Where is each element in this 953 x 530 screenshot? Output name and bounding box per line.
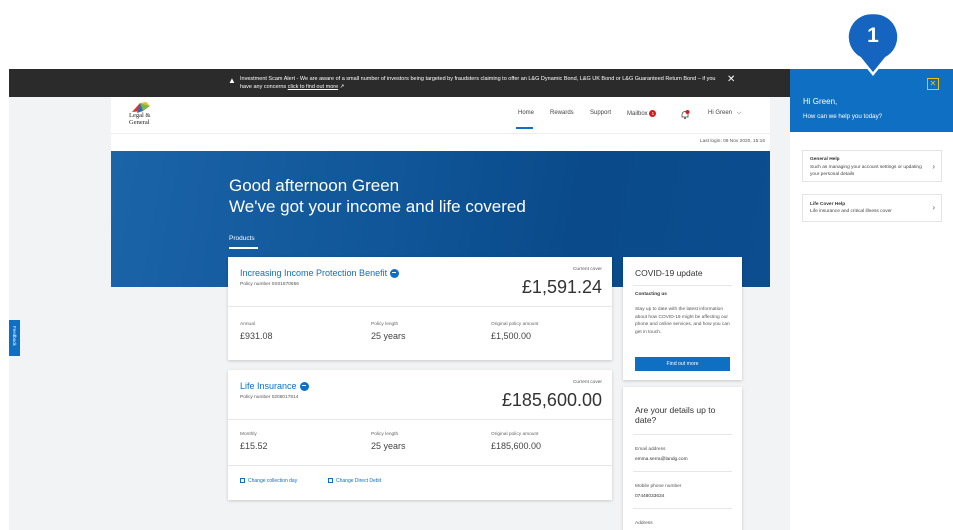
policy-number: Policy number 0208017814	[240, 395, 299, 400]
stat-value: £185,600.00	[491, 441, 542, 451]
stat-label: Original policy amount	[491, 322, 539, 327]
app-frame: ▲ Investment Scam Alert - We are aware o…	[9, 69, 953, 530]
help-item-desc: Life insurance and critical illness cove…	[810, 209, 892, 214]
logo-line2: General	[129, 118, 150, 126]
page: Legal & General Home Rewards Support Mai…	[9, 97, 790, 530]
stat-label: Annual	[240, 322, 255, 327]
callout-number: 1	[867, 24, 879, 47]
alert-link[interactable]: click to find out more	[288, 84, 338, 90]
alert-message: Investment Scam Alert - We are aware of …	[240, 75, 720, 91]
last-login-text: Last login: 09 Nov 2020, 15:16	[699, 139, 765, 144]
notifications-bell-icon[interactable]	[680, 107, 690, 120]
card-divider	[633, 471, 732, 472]
current-cover-value: £1,591.24	[521, 277, 602, 297]
card-divider	[228, 419, 612, 420]
current-cover-label: Current cover	[572, 267, 602, 272]
email-value: emma.serra@landg.com	[635, 457, 688, 462]
close-alert-icon[interactable]: ✕	[727, 74, 735, 85]
stat-value: £1,500.00	[491, 331, 532, 341]
email-label: Email address	[635, 447, 666, 452]
details-title: Are your details up to date?	[635, 405, 716, 425]
link-label: Change collection day	[248, 478, 298, 484]
nav-rewards[interactable]: Rewards	[550, 110, 574, 116]
close-help-icon[interactable]: ✕	[927, 78, 939, 90]
stat-value: 25 years	[371, 331, 406, 341]
policy-card-life-insurance: Life Insurance Policy number 0208017814 …	[228, 370, 612, 500]
policy-number: Policy number 0S01870656	[240, 282, 299, 287]
stat-label: Monthly	[240, 432, 257, 437]
feedback-tab[interactable]: Feedback	[9, 320, 20, 356]
logo-wordmark: Legal & General	[129, 112, 150, 126]
details-card: Are your details up to date? Email addre…	[623, 387, 742, 530]
find-out-more-button[interactable]: Find out more	[635, 357, 730, 371]
covid-title: COVID-19 update	[635, 268, 703, 278]
tab-products-underline	[229, 247, 258, 249]
hero-tagline: We've got your income and life covered	[229, 197, 526, 216]
hero-heading: Good afternoon Green We've got your inco…	[229, 175, 526, 217]
stat-value: £15.52	[240, 441, 268, 451]
current-cover-label: Current cover	[572, 380, 602, 385]
change-direct-debit-link[interactable]: Change Direct Debit	[328, 478, 381, 484]
policy-name: Life Insurance	[240, 381, 297, 391]
phone-value: 07448033634	[635, 494, 665, 499]
policy-name-link[interactable]: Life Insurance	[240, 381, 309, 392]
stat-label: Policy length	[371, 432, 399, 437]
legal-general-logo[interactable]: Legal & General	[127, 102, 159, 126]
user-menu[interactable]: Hi Green ⌵	[708, 110, 741, 117]
warning-icon: ▲	[228, 76, 236, 85]
address-label: Address	[635, 521, 653, 526]
tab-products[interactable]: Products	[229, 235, 255, 242]
mailbox-count-badge: 1	[649, 110, 657, 117]
site-header: Legal & General Home Rewards Support Mai…	[111, 97, 770, 133]
phone-label: Mobile phone number	[635, 484, 682, 489]
chevron-right-icon: ›	[932, 162, 935, 171]
nav-home[interactable]: Home	[518, 110, 534, 116]
card-icon	[328, 478, 333, 484]
policy-card-income-protection: Increasing Income Protection Benefit Pol…	[228, 257, 612, 360]
help-question: How can we help you today?	[803, 113, 883, 120]
user-greeting: Hi Green	[708, 110, 733, 116]
feedback-label: Feedback	[12, 326, 17, 346]
policy-name: Increasing Income Protection Benefit	[240, 268, 388, 278]
nav-mailbox-label: Mailbox	[627, 111, 648, 118]
policy-name-link[interactable]: Increasing Income Protection Benefit	[240, 268, 400, 279]
arrow-right-icon	[299, 382, 309, 392]
card-divider	[633, 285, 732, 286]
nav-mailbox[interactable]: Mailbox 1	[627, 110, 657, 118]
calendar-icon	[240, 478, 245, 484]
help-item-title: Life Cover Help	[810, 202, 846, 207]
last-login-bar: Last login: 09 Nov 2020, 15:16	[111, 133, 770, 151]
help-item-title: General Help	[810, 157, 840, 162]
link-label: Change Direct Debit	[336, 478, 382, 484]
scam-alert-bar: ▲ Investment Scam Alert - We are aware o…	[9, 69, 790, 97]
card-divider	[228, 465, 612, 466]
stat-label: Policy length	[371, 322, 399, 327]
external-link-icon: ↗	[339, 84, 345, 90]
chevron-right-icon: ›	[932, 203, 935, 212]
hero-greeting: Good afternoon Green	[229, 176, 400, 195]
help-greeting: Hi Green,	[803, 97, 838, 106]
step-callout-marker: 1	[846, 11, 900, 76]
change-collection-day-link[interactable]: Change collection day	[240, 478, 297, 484]
stat-value: £931.08	[240, 331, 273, 341]
card-divider	[633, 434, 732, 435]
current-cover-value: £185,600.00	[501, 390, 602, 410]
stat-value: 25 years	[371, 441, 406, 451]
nav-support[interactable]: Support	[590, 110, 611, 116]
help-item-desc: Such as managing your account settings o…	[810, 165, 922, 177]
help-item-general[interactable]: General Help Such as managing your accou…	[802, 150, 942, 182]
card-divider	[228, 306, 612, 307]
stat-label: Original policy amount	[491, 432, 539, 437]
help-panel: Hi Green, How can we help you today? ✕ G…	[790, 69, 953, 530]
nav-home-underline	[516, 127, 533, 129]
covid-body: Stay up to date with the latest informat…	[635, 307, 730, 335]
card-divider	[633, 508, 732, 509]
covid-update-card: COVID-19 update Contacting us Stay up to…	[623, 257, 742, 380]
help-item-life-cover[interactable]: Life Cover Help Life insurance and criti…	[802, 194, 942, 222]
help-panel-header: Hi Green, How can we help you today? ✕	[790, 69, 953, 132]
chevron-down-icon: ⌵	[736, 110, 742, 116]
covid-subtitle: Contacting us	[635, 292, 667, 297]
arrow-right-icon	[390, 269, 400, 279]
